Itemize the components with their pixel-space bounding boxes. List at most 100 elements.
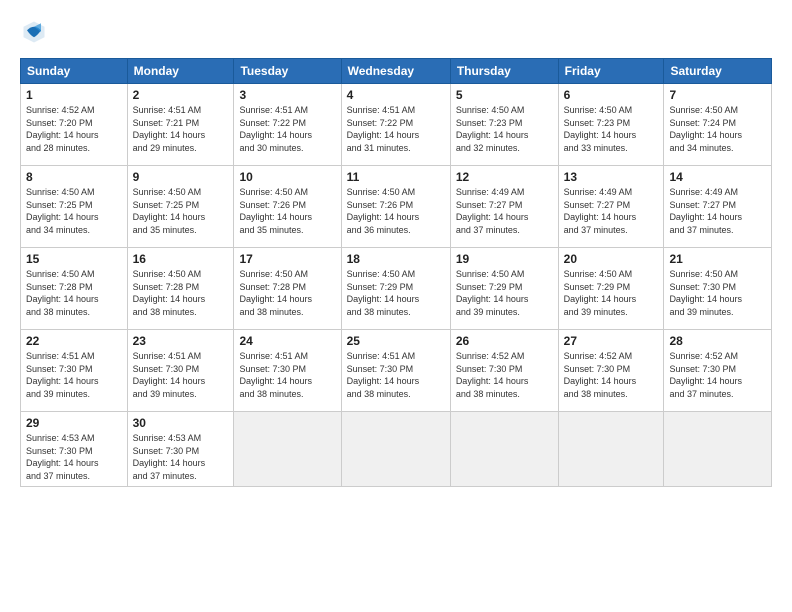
calendar-cell <box>341 412 450 487</box>
calendar-cell: 22 Sunrise: 4:51 AM Sunset: 7:30 PM Dayli… <box>21 330 128 412</box>
day-info: Sunrise: 4:52 AM Sunset: 7:30 PM Dayligh… <box>456 350 553 400</box>
calendar-cell: 2 Sunrise: 4:51 AM Sunset: 7:21 PM Daylig… <box>127 84 234 166</box>
day-number: 11 <box>347 170 445 184</box>
calendar-cell <box>558 412 664 487</box>
day-number: 24 <box>239 334 335 348</box>
day-info: Sunrise: 4:50 AM Sunset: 7:30 PM Dayligh… <box>669 268 766 318</box>
day-info: Sunrise: 4:51 AM Sunset: 7:30 PM Dayligh… <box>133 350 229 400</box>
calendar-cell: 9 Sunrise: 4:50 AM Sunset: 7:25 PM Daylig… <box>127 166 234 248</box>
calendar-day-header: Saturday <box>664 59 772 84</box>
calendar-cell: 7 Sunrise: 4:50 AM Sunset: 7:24 PM Daylig… <box>664 84 772 166</box>
day-info: Sunrise: 4:52 AM Sunset: 7:30 PM Dayligh… <box>564 350 659 400</box>
day-number: 22 <box>26 334 122 348</box>
calendar-cell: 30 Sunrise: 4:53 AM Sunset: 7:30 PM Dayli… <box>127 412 234 487</box>
day-info: Sunrise: 4:51 AM Sunset: 7:30 PM Dayligh… <box>347 350 445 400</box>
day-number: 5 <box>456 88 553 102</box>
calendar-day-header: Tuesday <box>234 59 341 84</box>
day-number: 21 <box>669 252 766 266</box>
day-info: Sunrise: 4:49 AM Sunset: 7:27 PM Dayligh… <box>669 186 766 236</box>
day-number: 23 <box>133 334 229 348</box>
day-info: Sunrise: 4:51 AM Sunset: 7:22 PM Dayligh… <box>239 104 335 154</box>
day-number: 8 <box>26 170 122 184</box>
day-number: 18 <box>347 252 445 266</box>
day-info: Sunrise: 4:50 AM Sunset: 7:25 PM Dayligh… <box>26 186 122 236</box>
day-info: Sunrise: 4:51 AM Sunset: 7:22 PM Dayligh… <box>347 104 445 154</box>
day-number: 6 <box>564 88 659 102</box>
day-info: Sunrise: 4:51 AM Sunset: 7:21 PM Dayligh… <box>133 104 229 154</box>
calendar-day-header: Thursday <box>450 59 558 84</box>
day-number: 29 <box>26 416 122 430</box>
calendar-cell: 12 Sunrise: 4:49 AM Sunset: 7:27 PM Dayli… <box>450 166 558 248</box>
day-number: 14 <box>669 170 766 184</box>
calendar-day-header: Wednesday <box>341 59 450 84</box>
calendar-cell: 25Sunrise: 4:51 AM Sunset: 7:30 PM Dayli… <box>341 330 450 412</box>
day-number: 16 <box>133 252 229 266</box>
day-number: 30 <box>133 416 229 430</box>
day-number: 4 <box>347 88 445 102</box>
calendar-cell: 10 Sunrise: 4:50 AM Sunset: 7:26 PM Dayli… <box>234 166 341 248</box>
calendar-cell: 3 Sunrise: 4:51 AM Sunset: 7:22 PM Daylig… <box>234 84 341 166</box>
day-info: Sunrise: 4:50 AM Sunset: 7:29 PM Dayligh… <box>456 268 553 318</box>
day-info: Sunrise: 4:51 AM Sunset: 7:30 PM Dayligh… <box>239 350 335 400</box>
calendar-cell: 16 Sunrise: 4:50 AM Sunset: 7:28 PM Dayli… <box>127 248 234 330</box>
day-info: Sunrise: 4:50 AM Sunset: 7:24 PM Dayligh… <box>669 104 766 154</box>
calendar-week-row: 15 Sunrise: 4:50 AM Sunset: 7:28 PM Dayli… <box>21 248 772 330</box>
calendar-day-header: Friday <box>558 59 664 84</box>
day-info: Sunrise: 4:49 AM Sunset: 7:27 PM Dayligh… <box>456 186 553 236</box>
calendar-day-header: Sunday <box>21 59 128 84</box>
calendar-week-row: 1Sunrise: 4:52 AM Sunset: 7:20 PM Daylig… <box>21 84 772 166</box>
day-number: 13 <box>564 170 659 184</box>
calendar-cell: 4 Sunrise: 4:51 AM Sunset: 7:22 PM Daylig… <box>341 84 450 166</box>
calendar-cell: 17 Sunrise: 4:50 AM Sunset: 7:28 PM Dayli… <box>234 248 341 330</box>
calendar-cell <box>664 412 772 487</box>
day-number: 3 <box>239 88 335 102</box>
day-info: Sunrise: 4:50 AM Sunset: 7:28 PM Dayligh… <box>133 268 229 318</box>
day-number: 9 <box>133 170 229 184</box>
calendar-cell: 20Sunrise: 4:50 AM Sunset: 7:29 PM Dayli… <box>558 248 664 330</box>
calendar-cell: 29Sunrise: 4:53 AM Sunset: 7:30 PM Dayli… <box>21 412 128 487</box>
day-info: Sunrise: 4:51 AM Sunset: 7:30 PM Dayligh… <box>26 350 122 400</box>
day-number: 17 <box>239 252 335 266</box>
day-number: 12 <box>456 170 553 184</box>
day-info: Sunrise: 4:50 AM Sunset: 7:28 PM Dayligh… <box>26 268 122 318</box>
calendar-cell: 15 Sunrise: 4:50 AM Sunset: 7:28 PM Dayli… <box>21 248 128 330</box>
day-number: 2 <box>133 88 229 102</box>
day-info: Sunrise: 4:50 AM Sunset: 7:26 PM Dayligh… <box>239 186 335 236</box>
day-info: Sunrise: 4:50 AM Sunset: 7:25 PM Dayligh… <box>133 186 229 236</box>
calendar-cell: 21 Sunrise: 4:50 AM Sunset: 7:30 PM Dayli… <box>664 248 772 330</box>
calendar-header-row: SundayMondayTuesdayWednesdayThursdayFrid… <box>21 59 772 84</box>
calendar-table: SundayMondayTuesdayWednesdayThursdayFrid… <box>20 58 772 487</box>
day-info: Sunrise: 4:50 AM Sunset: 7:29 PM Dayligh… <box>347 268 445 318</box>
day-info: Sunrise: 4:52 AM Sunset: 7:20 PM Dayligh… <box>26 104 122 154</box>
page: SundayMondayTuesdayWednesdayThursdayFrid… <box>0 0 792 612</box>
day-info: Sunrise: 4:50 AM Sunset: 7:23 PM Dayligh… <box>456 104 553 154</box>
day-number: 28 <box>669 334 766 348</box>
day-number: 26 <box>456 334 553 348</box>
calendar-cell: 27 Sunrise: 4:52 AM Sunset: 7:30 PM Dayli… <box>558 330 664 412</box>
logo <box>20 18 52 46</box>
calendar-week-row: 29 Sunrise: 4:53 AM Sunset: 7:30 PM Dayli… <box>21 412 772 487</box>
calendar-cell: 8 Sunrise: 4:50 AM Sunset: 7:25 PM Daylig… <box>21 166 128 248</box>
calendar-week-row: 8 Sunrise: 4:50 AM Sunset: 7:25 PM Daylig… <box>21 166 772 248</box>
calendar-cell <box>450 412 558 487</box>
day-number: 7 <box>669 88 766 102</box>
day-number: 19 <box>456 252 553 266</box>
logo-icon <box>20 18 48 46</box>
calendar-cell: 1Sunrise: 4:52 AM Sunset: 7:20 PM Daylig… <box>21 84 128 166</box>
day-number: 20 <box>564 252 659 266</box>
calendar-cell: 24 Sunrise: 4:51 AM Sunset: 7:30 PM Dayli… <box>234 330 341 412</box>
calendar-cell: 13Sunrise: 4:49 AM Sunset: 7:27 PM Dayli… <box>558 166 664 248</box>
calendar-day-header: Monday <box>127 59 234 84</box>
calendar-cell <box>234 412 341 487</box>
calendar-cell: 19 Sunrise: 4:50 AM Sunset: 7:29 PM Dayli… <box>450 248 558 330</box>
calendar-cell: 18 Sunrise: 4:50 AM Sunset: 7:29 PM Dayli… <box>341 248 450 330</box>
day-info: Sunrise: 4:50 AM Sunset: 7:28 PM Dayligh… <box>239 268 335 318</box>
day-info: Sunrise: 4:52 AM Sunset: 7:30 PM Dayligh… <box>669 350 766 400</box>
day-number: 15 <box>26 252 122 266</box>
header <box>20 18 772 46</box>
calendar-cell: 11 Sunrise: 4:50 AM Sunset: 7:26 PM Dayli… <box>341 166 450 248</box>
day-number: 27 <box>564 334 659 348</box>
day-number: 10 <box>239 170 335 184</box>
day-info: Sunrise: 4:53 AM Sunset: 7:30 PM Dayligh… <box>133 432 229 482</box>
day-info: Sunrise: 4:50 AM Sunset: 7:26 PM Dayligh… <box>347 186 445 236</box>
